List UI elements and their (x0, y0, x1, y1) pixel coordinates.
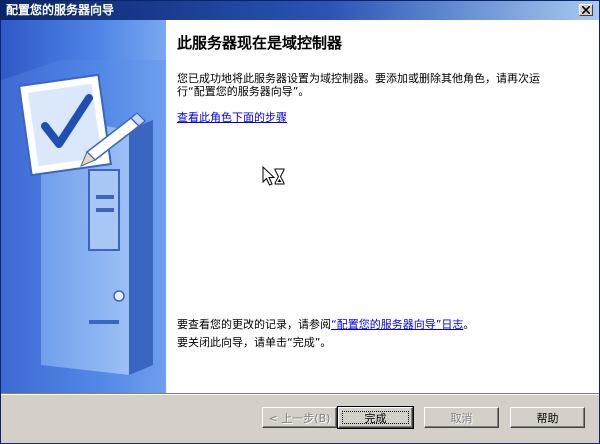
finish-button[interactable]: 完成 (337, 406, 414, 429)
close-button[interactable] (579, 4, 593, 16)
help-button[interactable]: 帮助 (510, 407, 585, 428)
cancel-button[interactable]: 取消 (424, 407, 499, 428)
wizard-log-link[interactable]: “配置您的服务器向导”日志 (331, 318, 463, 331)
wizard-content: 此服务器现在是域控制器 您已成功地将此服务器设置为域控制器。要添加或删除其他角色… (1, 20, 599, 393)
main-panel: 此服务器现在是域控制器 您已成功地将此服务器设置为域控制器。要添加或删除其他角色… (166, 20, 599, 393)
description-text: 您已成功地将此服务器设置为域控制器。要添加或删除其他角色，请再次运行“配置您的服… (177, 72, 540, 98)
server-checklist-illustration (1, 20, 166, 393)
title-bar[interactable]: 配置您的服务器向导 (1, 1, 599, 20)
window-title: 配置您的服务器向导 (6, 3, 115, 17)
page-heading: 此服务器现在是域控制器 (177, 34, 343, 52)
button-separator (1, 393, 599, 395)
wizard-window: 配置您的服务器向导 此服务器现在是域控制器 您已成功地将此服务器设置为域控制器。… (0, 0, 600, 444)
log-suffix: 。 (463, 318, 475, 331)
busy-cursor-icon (262, 166, 285, 186)
close-instructions: 要关闭此向导，请单击“完成”。 (177, 336, 332, 349)
log-line: 要查看您的更改的记录，请参阅“配置您的服务器向导”日志。 (177, 316, 474, 332)
view-steps-link[interactable]: 查看此角色下面的步骤 (177, 109, 287, 125)
side-panel (1, 20, 166, 393)
back-button[interactable]: < 上一步(B) (262, 407, 337, 428)
log-prefix: 要查看您的更改的记录，请参阅 (177, 318, 331, 331)
close-icon (582, 6, 590, 14)
